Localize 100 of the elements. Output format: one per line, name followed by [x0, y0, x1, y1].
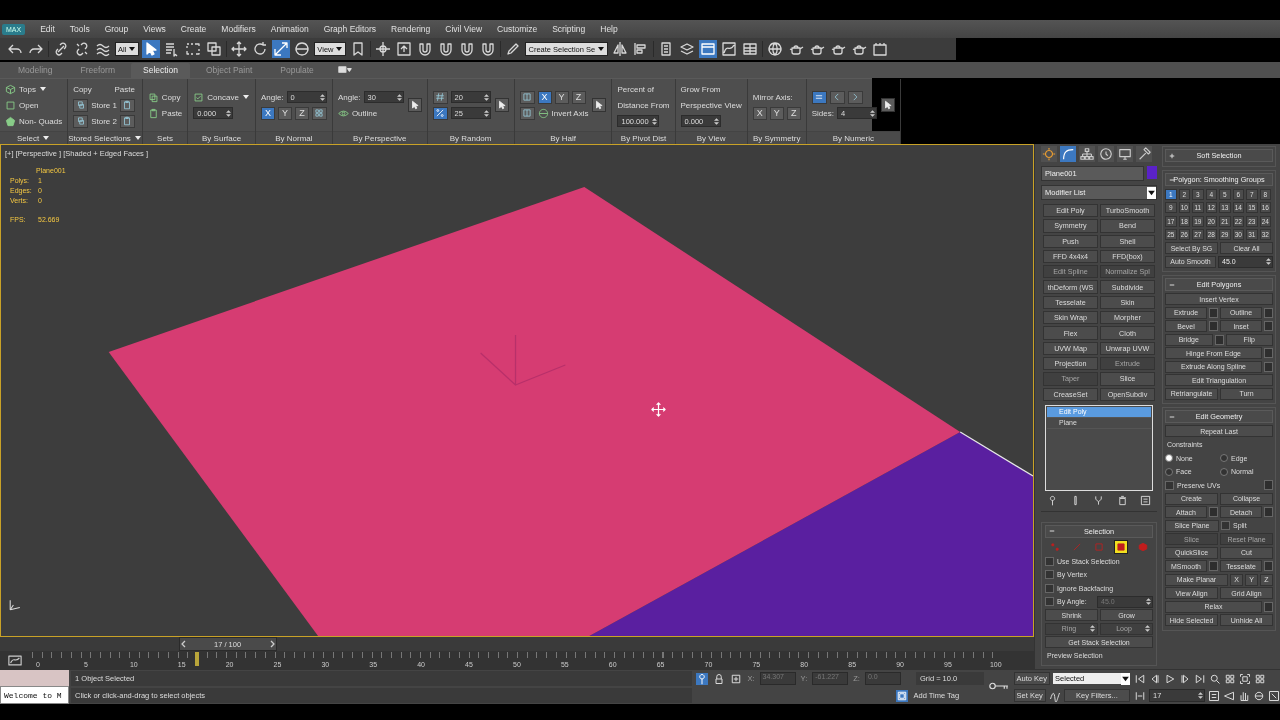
chevron-left-button[interactable] [829, 90, 845, 104]
spinner-arrows-icon[interactable] [1266, 257, 1271, 267]
go-to-start-icon[interactable] [1134, 672, 1146, 685]
lock-icon[interactable] [713, 672, 726, 685]
clipboard-button[interactable] [119, 114, 135, 128]
axis-toggle[interactable]: Z [786, 106, 801, 120]
zoom-extents-icon[interactable] [1239, 672, 1251, 685]
zoom-icon[interactable] [1209, 672, 1221, 685]
sun-tab[interactable] [1041, 146, 1057, 162]
menu-item[interactable]: Tools [69, 24, 90, 34]
axis-toggle[interactable]: X [752, 106, 767, 120]
grid-icon[interactable] [1254, 672, 1266, 685]
pin-icon[interactable] [696, 672, 709, 685]
menu-item[interactable]: Group [104, 24, 129, 34]
pick-button[interactable] [880, 98, 895, 112]
move-icon[interactable] [230, 40, 249, 58]
settings-button[interactable] [1209, 507, 1218, 518]
curve-icon[interactable] [720, 40, 739, 58]
previous-frame-icon[interactable] [1149, 672, 1161, 685]
menu-item[interactable]: Modifiers [221, 24, 256, 34]
lines-button[interactable] [811, 90, 827, 104]
menu-item[interactable]: Edit [40, 24, 55, 34]
spinner-arrows-icon[interactable] [713, 116, 719, 126]
axis-toggle[interactable]: Y [769, 106, 784, 120]
settings-button[interactable] [1264, 321, 1273, 332]
hierarchy-tab[interactable] [1079, 146, 1095, 162]
color-swatch[interactable] [1147, 166, 1157, 179]
caret-icon[interactable] [38, 85, 47, 93]
settings-button[interactable] [1264, 361, 1273, 372]
spinner-arrows-icon[interactable] [1198, 691, 1203, 700]
clock-tab[interactable] [1098, 146, 1114, 162]
axis-toggle[interactable]: Y [277, 106, 292, 120]
chevron-left-icon[interactable] [179, 640, 188, 648]
settings-button[interactable] [1264, 561, 1273, 572]
settings-button[interactable] [1264, 348, 1273, 359]
stack-button[interactable] [73, 114, 89, 128]
caret-icon[interactable] [241, 93, 250, 101]
spinner-arrows-icon[interactable] [869, 108, 875, 118]
settings-button[interactable] [1209, 321, 1218, 332]
spinner-arrows-icon[interactable] [319, 92, 325, 102]
settings-button[interactable] [1264, 601, 1273, 612]
play-icon[interactable] [1164, 672, 1176, 685]
curve-editor-icon[interactable] [8, 654, 22, 666]
menu-item[interactable]: Help [600, 24, 618, 34]
settings-button[interactable] [1264, 507, 1273, 518]
pick-button[interactable] [494, 98, 509, 112]
time-tag-icon[interactable] [896, 689, 909, 702]
polygon-level-button[interactable] [1114, 539, 1128, 554]
spinner-arrows-icon[interactable] [483, 108, 489, 118]
axis-toggle[interactable]: Z [294, 106, 309, 120]
go-to-end-icon[interactable] [1194, 672, 1206, 685]
crosshair-icon[interactable] [374, 40, 393, 58]
split-square-button[interactable] [519, 106, 535, 120]
clipboard-button[interactable] [119, 98, 135, 112]
upload-icon[interactable] [395, 40, 414, 58]
settings-button[interactable] [1209, 307, 1218, 318]
chevron-right-button[interactable] [847, 90, 863, 104]
axis-toggle[interactable]: Y [554, 90, 569, 104]
next-frame-icon[interactable] [1179, 672, 1191, 685]
menu-item[interactable]: Civil View [445, 24, 482, 34]
menu-item[interactable]: Animation [270, 24, 309, 34]
axis-toggle[interactable]: Z [571, 90, 586, 104]
hammer-tab[interactable] [1136, 146, 1152, 162]
overlapping-squares-icon[interactable] [205, 40, 224, 58]
spinner-arrows-icon[interactable] [226, 108, 232, 118]
trash-icon[interactable] [1116, 494, 1128, 506]
spinner-arrows-icon[interactable] [651, 116, 657, 126]
menu-item[interactable]: Rendering [391, 24, 431, 34]
settings-button[interactable] [1214, 334, 1224, 345]
scale-icon[interactable] [272, 40, 291, 58]
pick-button[interactable] [407, 98, 422, 112]
caret-icon[interactable] [133, 134, 142, 142]
monitor-tab[interactable] [1117, 146, 1133, 162]
grid-icon[interactable] [1224, 672, 1236, 685]
percent-button[interactable] [432, 106, 448, 120]
globe-icon[interactable] [766, 40, 785, 58]
spinner-arrows-icon[interactable] [396, 92, 402, 102]
caret-icon[interactable] [42, 134, 51, 142]
menu-item[interactable]: Customize [497, 24, 538, 34]
spinner-arrows-icon[interactable] [483, 92, 489, 102]
pick-button[interactable] [592, 98, 607, 112]
menu-item[interactable]: Views [143, 24, 166, 34]
ribbon-options-icon[interactable] [337, 65, 352, 74]
settings-button[interactable] [1264, 307, 1273, 318]
settings-button[interactable] [1264, 480, 1273, 491]
menu-item[interactable]: Scripting [552, 24, 586, 34]
settings-button[interactable] [1209, 561, 1218, 572]
pan-hand-icon[interactable] [1238, 689, 1250, 702]
key-icon[interactable] [987, 680, 1010, 692]
maximize-icon[interactable] [1268, 689, 1280, 702]
split-square-button[interactable] [519, 90, 535, 104]
listener-field[interactable]: Welcome to M [0, 686, 70, 704]
hash-button[interactable] [432, 90, 448, 104]
field-of-view-icon[interactable] [1223, 689, 1235, 702]
ribbon-tab[interactable]: Selection [131, 63, 190, 78]
listener-field[interactable] [0, 670, 70, 686]
panel-icon[interactable] [699, 40, 718, 58]
menu-item[interactable]: Create [180, 24, 207, 34]
frame-icon[interactable] [871, 40, 890, 58]
axis-toggle[interactable]: X [537, 90, 552, 104]
